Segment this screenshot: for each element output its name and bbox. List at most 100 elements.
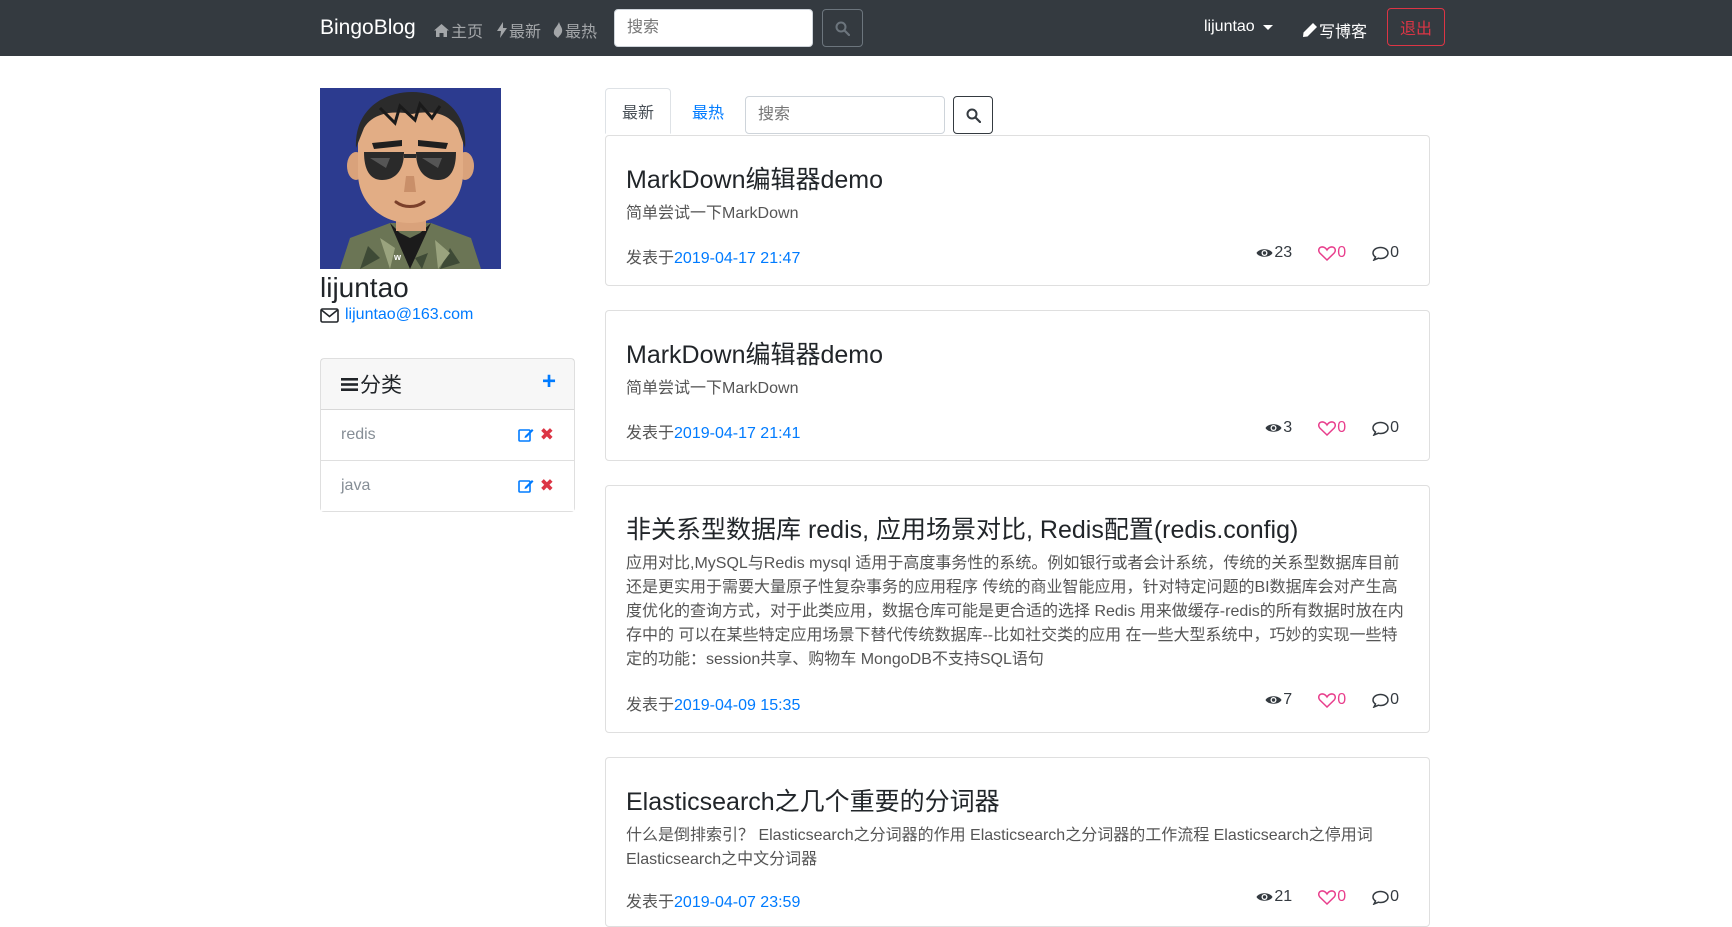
- write-blog-link[interactable]: 写博客: [1303, 18, 1367, 42]
- post-meta-prefix: 发表于: [626, 250, 675, 267]
- post-stats: 7 0 0: [1239, 691, 1399, 709]
- profile-username: lijuntao: [320, 272, 409, 303]
- category-header: 分类 +: [321, 359, 574, 410]
- comments-count: 0: [1390, 691, 1399, 708]
- nav-hot-label: 最热: [565, 24, 598, 41]
- post-search-button[interactable]: [953, 96, 993, 134]
- comments-count: 0: [1390, 244, 1399, 261]
- category-item[interactable]: redis ✖: [321, 410, 574, 461]
- envelope-icon: [320, 307, 339, 323]
- nav-latest-label: 最新: [509, 24, 542, 41]
- comments-stat[interactable]: 0: [1372, 244, 1399, 262]
- delete-icon[interactable]: ✖: [540, 477, 554, 494]
- top-navbar: BingoBlog 主页 最新 最热 lijuntao 写博客 退出: [0, 0, 1732, 56]
- pencil-icon: [1303, 23, 1317, 37]
- category-label: java: [341, 477, 371, 494]
- post-title[interactable]: MarkDown编辑器demo: [626, 335, 883, 371]
- user-dropdown-label: lijuntao: [1204, 18, 1255, 35]
- tab-latest[interactable]: 最新: [605, 88, 671, 134]
- comments-stat[interactable]: 0: [1372, 888, 1399, 906]
- bars-icon: [341, 377, 358, 391]
- eye-icon: [1265, 424, 1282, 432]
- profile-email-link[interactable]: lijuntao@163.com: [345, 306, 473, 324]
- nav-latest-link[interactable]: 最新: [497, 18, 541, 42]
- avatar: w: [320, 88, 501, 269]
- nav-hot-link[interactable]: 最热: [553, 18, 597, 42]
- eye-icon: [1256, 249, 1273, 257]
- category-label: redis: [341, 426, 376, 443]
- post-summary: 什么是倒排索引？ Elasticsearch之分词器的作用 Elasticsea…: [626, 827, 1373, 868]
- likes-count: 0: [1337, 244, 1347, 261]
- logout-button[interactable]: 退出: [1387, 8, 1445, 46]
- brand-logo[interactable]: BingoBlog: [320, 16, 416, 40]
- post-title[interactable]: Elasticsearch之几个重要的分词器: [626, 782, 1000, 818]
- post-stats: 21 0 0: [1230, 888, 1399, 906]
- svg-text:w: w: [393, 252, 402, 262]
- eye-icon: [1256, 893, 1273, 901]
- category-card: 分类 + redis ✖ java ✖: [320, 358, 575, 512]
- comment-icon: [1372, 246, 1389, 261]
- post-meta-prefix: 发表于: [626, 894, 675, 911]
- likes-stat[interactable]: 0: [1318, 691, 1346, 709]
- add-category-button[interactable]: +: [542, 368, 556, 396]
- heart-icon: [1318, 692, 1337, 708]
- likes-stat[interactable]: 0: [1318, 244, 1346, 262]
- likes-stat[interactable]: 0: [1318, 888, 1346, 906]
- nav-search-input[interactable]: [614, 9, 813, 47]
- comment-icon: [1372, 421, 1389, 436]
- nav-home-link[interactable]: 主页: [434, 18, 483, 42]
- post-summary: 简单尝试一下MarkDown: [626, 205, 799, 222]
- post-card: MarkDown编辑器demo 简单尝试一下MarkDown 发表于2019-0…: [605, 310, 1430, 461]
- comments-count: 0: [1390, 419, 1399, 436]
- post-date[interactable]: 2019-04-09 15:35: [674, 697, 800, 714]
- post-search-input[interactable]: [745, 96, 945, 134]
- post-title[interactable]: 非关系型数据库 redis, 应用场景对比, Redis配置(redis.con…: [626, 510, 1298, 546]
- delete-icon[interactable]: ✖: [540, 426, 554, 443]
- views-count: 3: [1283, 419, 1293, 436]
- post-stats: 3 0 0: [1239, 419, 1399, 437]
- bolt-icon: [497, 22, 507, 38]
- views-stat: 23: [1256, 244, 1292, 262]
- likes-stat[interactable]: 0: [1318, 419, 1346, 437]
- edit-icon[interactable]: [517, 478, 534, 494]
- tab-hot[interactable]: 最热: [683, 88, 733, 134]
- post-meta: 发表于2019-04-17 21:41: [626, 419, 800, 443]
- caret-down-icon: [1262, 24, 1273, 30]
- search-icon: [835, 21, 850, 36]
- views-stat: 7: [1265, 691, 1292, 709]
- likes-count: 0: [1337, 888, 1347, 905]
- comments-stat[interactable]: 0: [1372, 691, 1399, 709]
- eye-icon: [1265, 696, 1282, 704]
- user-dropdown[interactable]: lijuntao: [1204, 18, 1273, 36]
- post-card: 非关系型数据库 redis, 应用场景对比, Redis配置(redis.con…: [605, 485, 1430, 733]
- post-card: Elasticsearch之几个重要的分词器 什么是倒排索引？ Elastics…: [605, 757, 1430, 927]
- post-date[interactable]: 2019-04-17 21:41: [674, 425, 800, 442]
- comments-count: 0: [1390, 888, 1399, 905]
- post-meta: 发表于2019-04-07 23:59: [626, 888, 800, 912]
- fire-icon: [553, 22, 563, 38]
- likes-count: 0: [1337, 419, 1347, 436]
- heart-icon: [1318, 420, 1337, 436]
- edit-icon[interactable]: [517, 427, 534, 443]
- category-title: 分类: [360, 374, 402, 397]
- search-icon: [966, 108, 981, 123]
- comment-icon: [1372, 693, 1389, 708]
- category-item[interactable]: java ✖: [321, 461, 574, 511]
- heart-icon: [1318, 245, 1337, 261]
- views-stat: 21: [1256, 888, 1292, 906]
- post-title[interactable]: MarkDown编辑器demo: [626, 160, 883, 196]
- post-summary: 简单尝试一下MarkDown: [626, 380, 799, 397]
- comments-stat[interactable]: 0: [1372, 419, 1399, 437]
- post-meta: 发表于2019-04-17 21:47: [626, 244, 800, 268]
- views-count: 23: [1274, 244, 1293, 261]
- home-icon: [434, 23, 449, 37]
- post-date[interactable]: 2019-04-17 21:47: [674, 250, 800, 267]
- views-count: 7: [1283, 691, 1293, 708]
- heart-icon: [1318, 889, 1337, 905]
- likes-count: 0: [1337, 691, 1347, 708]
- post-date[interactable]: 2019-04-07 23:59: [674, 894, 800, 911]
- nav-search-button[interactable]: [822, 9, 863, 47]
- post-meta-prefix: 发表于: [626, 697, 675, 714]
- views-stat: 3: [1265, 419, 1292, 437]
- comment-icon: [1372, 890, 1389, 905]
